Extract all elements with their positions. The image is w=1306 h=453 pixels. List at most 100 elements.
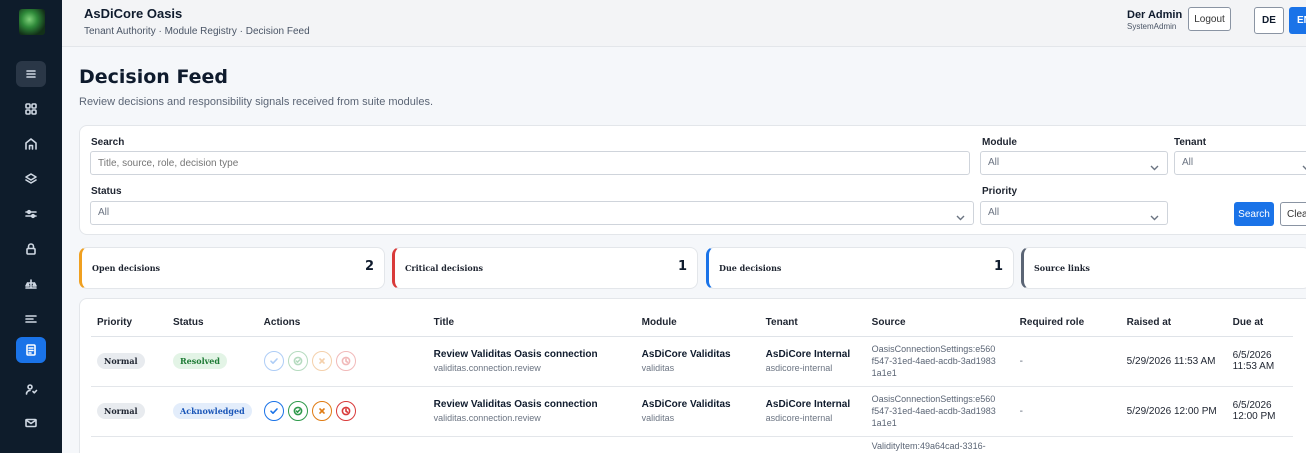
top-bar: AsDiCore Oasis Tenant Authority · Module… xyxy=(62,0,1306,47)
due-at: 6/5/2026 12:00 PM xyxy=(1232,400,1276,422)
required-role: - xyxy=(1019,405,1024,417)
search-button[interactable]: Search xyxy=(1234,202,1274,226)
decision-title[interactable]: Review Validitas Oasis connection xyxy=(434,399,630,410)
status-badge: Acknowledged xyxy=(173,403,252,419)
user-role: SystemAdmin xyxy=(1127,22,1177,31)
tenant-name: AsDiCore Internal xyxy=(765,399,851,410)
module-key: validitas xyxy=(641,363,675,373)
chevron-down-icon xyxy=(1150,209,1159,221)
table-header-row: Priority Status Actions Title Module Ten… xyxy=(91,309,1293,337)
lang-de-button[interactable]: DE xyxy=(1254,7,1284,34)
table-row[interactable]: ValidityItem:49a64cad-3316- xyxy=(91,436,1293,453)
status-select-value: All xyxy=(98,207,110,218)
tenant-key: asdicore-internal xyxy=(765,363,833,373)
side-rail xyxy=(0,0,62,453)
column-header[interactable]: Module xyxy=(635,309,760,337)
tenant-select[interactable]: All xyxy=(1174,151,1306,175)
column-header: Actions xyxy=(257,309,428,337)
more-icon[interactable] xyxy=(16,444,46,453)
module-select[interactable]: All xyxy=(980,151,1168,175)
kpi-critical-decisions: Critical decisions 1 xyxy=(392,247,698,289)
column-header[interactable]: Title xyxy=(427,309,636,337)
column-header[interactable]: Source xyxy=(865,309,1014,337)
app-logo[interactable] xyxy=(19,9,45,35)
kpi-label: Source links xyxy=(1034,263,1090,273)
tenant-name: AsDiCore Internal xyxy=(765,349,851,360)
decision-type: validitas.connection.review xyxy=(433,413,541,423)
priority-select[interactable]: All xyxy=(980,201,1168,225)
clear-button[interactable]: Clear xyxy=(1280,202,1306,226)
decision-title[interactable]: Review Validitas Oasis connection xyxy=(434,349,630,360)
sliders-icon[interactable] xyxy=(16,201,46,227)
source-ref: OasisConnectionSettings:e560f547-31ed-4a… xyxy=(871,394,996,428)
defer-icon[interactable] xyxy=(335,401,356,421)
source-ref: ValidityItem:49a64cad-3316- xyxy=(871,440,986,451)
status-select[interactable]: All xyxy=(90,201,974,225)
kpi-label: Open decisions xyxy=(92,263,161,273)
layers-icon[interactable] xyxy=(16,166,46,192)
kpi-value: 2 xyxy=(364,259,374,274)
row-actions xyxy=(263,401,422,421)
decision-table: Priority Status Actions Title Module Ten… xyxy=(91,309,1293,453)
chevron-down-icon xyxy=(956,209,965,221)
lock-icon[interactable] xyxy=(16,236,46,262)
document-icon[interactable] xyxy=(16,337,46,363)
module-name: AsDiCore Validitas xyxy=(641,349,731,360)
reject-icon[interactable] xyxy=(311,351,332,371)
priority-badge: Normal xyxy=(97,403,145,419)
logout-button[interactable]: Logout xyxy=(1188,7,1231,31)
column-header[interactable]: Raised at xyxy=(1120,309,1227,337)
home-icon[interactable] xyxy=(16,131,46,157)
search-input[interactable] xyxy=(90,151,970,175)
app-title: AsDiCore Oasis xyxy=(84,6,183,21)
reject-icon[interactable] xyxy=(311,401,332,421)
kpi-open-decisions: Open decisions 2 xyxy=(79,247,385,289)
kpi-label: Critical decisions xyxy=(405,263,484,273)
approve-icon[interactable] xyxy=(287,351,308,371)
app-nav-subtitle: Tenant Authority · Module Registry · Dec… xyxy=(84,26,310,37)
raised-at: 5/29/2026 12:00 PM xyxy=(1126,405,1217,417)
module-select-value: All xyxy=(988,157,1000,168)
column-header[interactable]: Required role xyxy=(1013,309,1121,337)
search-label: Search xyxy=(91,137,125,148)
column-header[interactable]: Tenant xyxy=(759,309,866,337)
table-row[interactable]: Normal Acknowledged Review Validitas Oas… xyxy=(91,386,1293,437)
user-check-icon[interactable] xyxy=(16,376,46,402)
status-badge: Resolved xyxy=(173,353,227,369)
tenant-select-value: All xyxy=(1182,157,1194,168)
column-header[interactable]: Status xyxy=(167,309,258,337)
priority-select-value: All xyxy=(988,207,1000,218)
module-name: AsDiCore Validitas xyxy=(641,399,731,410)
grid-icon[interactable] xyxy=(16,96,46,122)
kpi-value: 1 xyxy=(677,259,687,274)
table-row[interactable]: Normal Resolved Review Validitas Oasis c… xyxy=(91,336,1293,387)
kpi-source-links: Source links xyxy=(1021,247,1306,289)
column-header[interactable]: Due at xyxy=(1226,309,1293,337)
module-key: validitas xyxy=(641,413,675,423)
column-header[interactable]: Priority xyxy=(91,309,167,337)
list-icon[interactable] xyxy=(16,306,46,332)
page-description: Review decisions and responsibility sign… xyxy=(79,96,433,108)
raised-at: 5/29/2026 11:53 AM xyxy=(1126,355,1216,367)
lang-en-button[interactable]: EN xyxy=(1289,7,1306,34)
kpi-label: Due decisions xyxy=(719,263,782,273)
scale-icon[interactable] xyxy=(16,271,46,297)
decision-type: validitas.connection.review xyxy=(433,363,541,373)
acknowledge-icon[interactable] xyxy=(263,401,284,421)
mail-icon[interactable] xyxy=(16,410,46,436)
priority-badge: Normal xyxy=(97,353,145,369)
chevron-down-icon xyxy=(1302,159,1306,170)
kpi-value: 1 xyxy=(993,259,1003,274)
priority-label: Priority xyxy=(982,186,1018,197)
acknowledge-icon[interactable] xyxy=(263,351,284,371)
status-label: Status xyxy=(91,186,122,197)
row-actions xyxy=(263,351,422,371)
source-ref: OasisConnectionSettings:e560f547-31ed-4a… xyxy=(871,344,996,378)
user-name: Der Admin xyxy=(1127,9,1183,21)
approve-icon[interactable] xyxy=(287,401,308,421)
module-label: Module xyxy=(982,137,1017,148)
tenant-label: Tenant xyxy=(1174,137,1207,148)
defer-icon[interactable] xyxy=(335,351,356,371)
menu-icon[interactable] xyxy=(16,61,46,87)
chevron-down-icon xyxy=(1150,159,1159,171)
